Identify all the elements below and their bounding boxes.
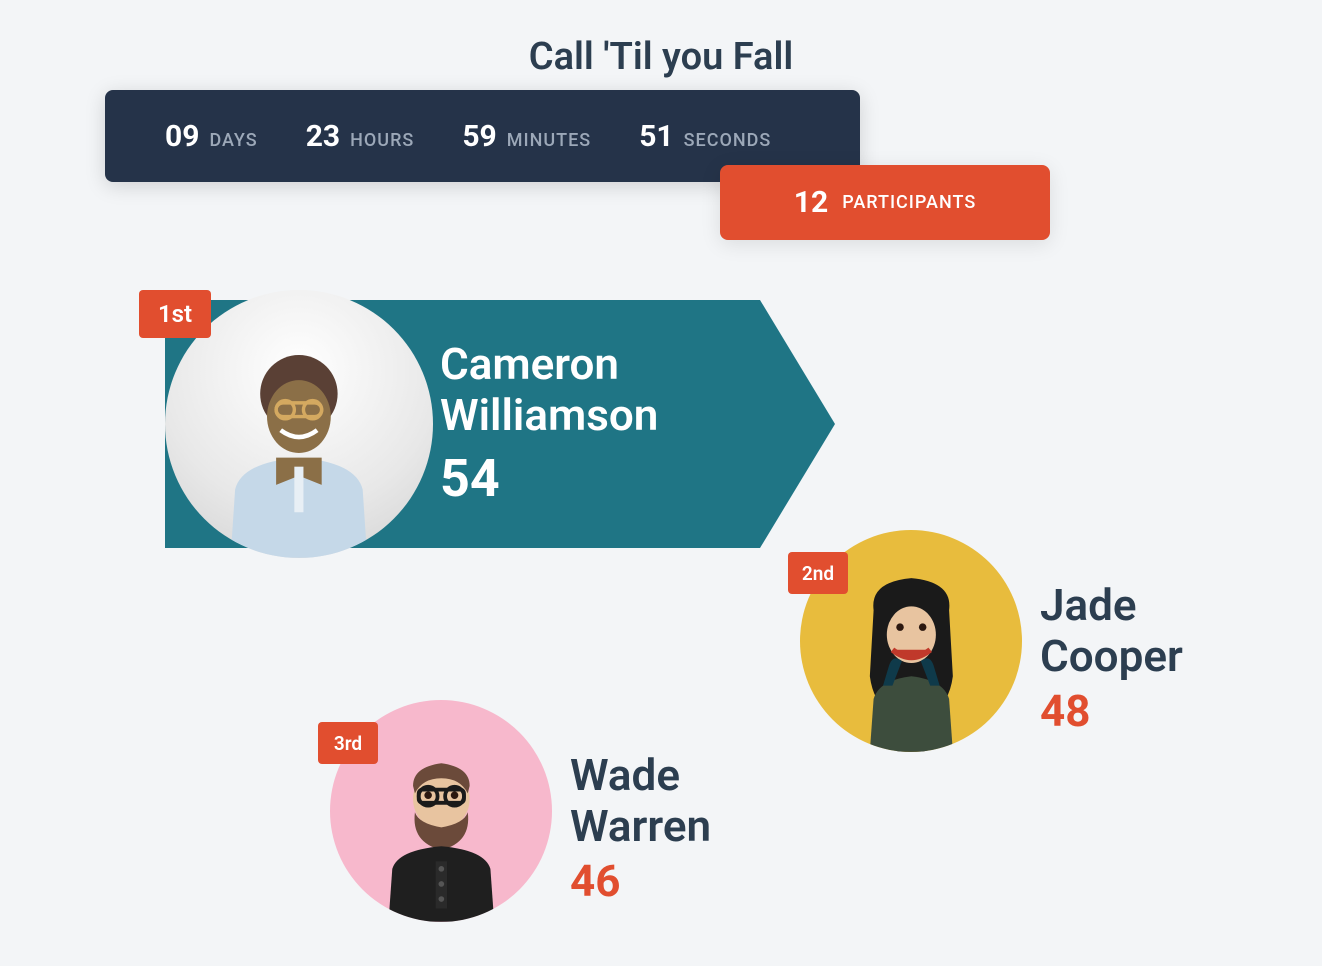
rank-badge-third: 3rd bbox=[318, 722, 378, 764]
days-label: DAYS bbox=[209, 130, 257, 151]
participant-name: Jade Cooper bbox=[1040, 580, 1183, 681]
participant-info: Jade Cooper 48 bbox=[1040, 580, 1183, 737]
minutes-value: 59 bbox=[462, 119, 496, 154]
participant-score: 46 bbox=[570, 855, 711, 907]
leader-score: 54 bbox=[440, 448, 760, 509]
participant-name: Wade Warren bbox=[570, 750, 711, 851]
participants-count: 12 bbox=[794, 185, 828, 220]
leader-info: Cameron Williamson 54 bbox=[440, 339, 760, 509]
countdown-days: 09 DAYS bbox=[165, 119, 258, 154]
countdown-seconds: 51 SECONDS bbox=[639, 119, 771, 154]
participant-score: 48 bbox=[1040, 685, 1183, 737]
rank-badge-first: 1st bbox=[139, 290, 211, 338]
leader-name: Cameron Williamson bbox=[440, 339, 760, 440]
seconds-value: 51 bbox=[639, 119, 673, 154]
leader-arrow-shape bbox=[760, 300, 835, 548]
rank-badge-second: 2nd bbox=[788, 552, 848, 594]
countdown-minutes: 59 MINUTES bbox=[462, 119, 591, 154]
seconds-label: SECONDS bbox=[684, 130, 772, 151]
participants-badge: 12 PARTICIPANTS bbox=[720, 165, 1050, 240]
days-value: 09 bbox=[165, 119, 199, 154]
leaderboard-third-place: 3rd Wade Warren 46 bbox=[330, 700, 552, 922]
participants-label: PARTICIPANTS bbox=[842, 192, 976, 213]
minutes-label: MINUTES bbox=[507, 130, 591, 151]
hours-value: 23 bbox=[306, 119, 340, 154]
participant-info: Wade Warren 46 bbox=[570, 750, 711, 907]
hours-label: HOURS bbox=[350, 130, 414, 151]
leaderboard-second-place: 2nd Jade Cooper 48 bbox=[800, 530, 1022, 752]
contest-title: Call 'Til you Fall bbox=[529, 35, 793, 79]
countdown-hours: 23 HOURS bbox=[306, 119, 415, 154]
